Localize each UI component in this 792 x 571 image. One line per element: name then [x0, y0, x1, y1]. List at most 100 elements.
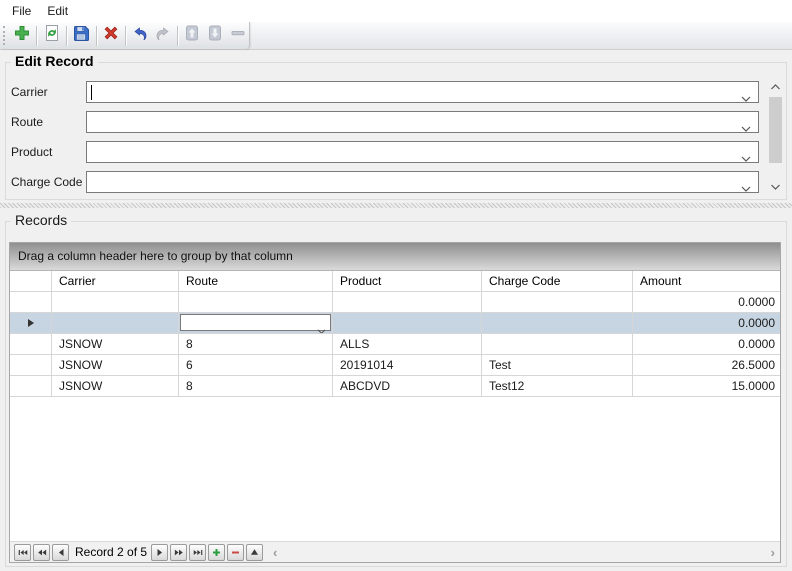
cell-product[interactable]: 20191014 [333, 355, 482, 375]
move-previous-page-button[interactable] [33, 543, 50, 561]
cell-product[interactable]: ABCDVD [333, 376, 482, 396]
product-combobox[interactable] [86, 141, 759, 163]
move-up-button[interactable] [181, 24, 204, 48]
plus-icon [13, 24, 31, 47]
redo-button[interactable] [152, 24, 175, 48]
column-header-charge-code[interactable]: Charge Code [482, 271, 633, 291]
cell-amount[interactable]: 0.0000 [633, 334, 780, 354]
toolbar-separator [36, 25, 38, 46]
cell-route[interactable]: 6 [179, 355, 333, 375]
double-left-icon [37, 549, 46, 555]
cell-charge-code[interactable]: Test12 [482, 376, 633, 396]
toolbar [0, 22, 792, 50]
cell-route[interactable]: 8 [179, 376, 333, 396]
save-button[interactable] [70, 24, 93, 48]
plus-icon [213, 548, 221, 556]
cell-carrier[interactable]: JSNOW [52, 355, 179, 375]
cell-route[interactable] [179, 292, 333, 312]
chevron-down-icon[interactable] [741, 150, 751, 168]
menu-bar: File Edit [0, 0, 792, 22]
text-caret [91, 85, 92, 100]
move-previous-button[interactable] [52, 543, 69, 561]
column-header-product[interactable]: Product [333, 271, 482, 291]
chevron-down-icon[interactable] [317, 321, 326, 333]
charge-code-field-row: Charge Code [6, 171, 786, 193]
move-last-button[interactable] [189, 543, 207, 561]
cell-carrier[interactable] [52, 313, 179, 333]
minus-icon [229, 24, 247, 47]
scroll-down-icon[interactable] [767, 180, 784, 195]
route-cell-editor[interactable] [180, 314, 331, 333]
route-label: Route [11, 115, 44, 129]
record-navigator: Record 2 of 5 ‹ › [10, 541, 780, 562]
move-last-icon [193, 549, 202, 555]
edit-record-button[interactable] [246, 543, 264, 561]
cell-charge-code[interactable] [482, 334, 633, 354]
hscroll-right-icon[interactable]: › [771, 545, 775, 560]
toolbar-separator [177, 25, 179, 46]
cell-product[interactable] [333, 313, 482, 333]
row-indicator-cell [10, 292, 52, 312]
table-row: 0.0000 [10, 292, 780, 313]
cell-carrier[interactable] [52, 292, 179, 312]
add-button[interactable] [11, 24, 34, 48]
edit-panel-scrollbar[interactable] [767, 79, 784, 195]
up-icon [183, 24, 201, 47]
cell-amount[interactable]: 0.0000 [633, 292, 780, 312]
carrier-field-row: Carrier [6, 81, 786, 103]
route-combobox[interactable] [86, 111, 759, 133]
add-record-button[interactable] [208, 543, 226, 561]
toolbar-grip[interactable] [3, 26, 8, 45]
delete-button[interactable] [99, 24, 122, 48]
cell-product[interactable] [333, 292, 482, 312]
undo-button[interactable] [129, 24, 152, 48]
header-indicator-cell [10, 271, 52, 291]
column-header-carrier[interactable]: Carrier [52, 271, 179, 291]
menu-edit[interactable]: Edit [39, 1, 76, 21]
table-row: JSNOW 8 ABCDVD Test12 15.0000 [10, 376, 780, 397]
record-position-label: Record 2 of 5 [75, 545, 148, 559]
remove-button[interactable] [226, 24, 249, 48]
move-next-button[interactable] [151, 543, 169, 561]
cell-amount[interactable]: 26.5000 [633, 355, 780, 375]
horizontal-splitter[interactable] [0, 203, 792, 208]
refresh-icon [43, 24, 61, 47]
move-next-page-button[interactable] [170, 543, 188, 561]
delete-x-icon [102, 24, 120, 47]
cell-route [179, 313, 333, 333]
refresh-button[interactable] [40, 24, 63, 48]
table-row-selected: 0.0000 [10, 313, 780, 334]
cell-product[interactable]: ALLS [333, 334, 482, 354]
grid-header-row: Carrier Route Product Charge Code Amount [10, 271, 780, 292]
chevron-down-icon[interactable] [741, 180, 751, 198]
table-row: JSNOW 6 20191014 Test 26.5000 [10, 355, 780, 376]
row-indicator-cell [10, 355, 52, 375]
chevron-down-icon[interactable] [741, 120, 751, 138]
column-header-amount[interactable]: Amount [633, 271, 780, 291]
move-first-button[interactable] [14, 543, 31, 561]
cell-carrier[interactable]: JSNOW [52, 334, 179, 354]
app-window: File Edit Edit Record Carrier Route Prod… [0, 0, 792, 571]
cell-charge-code[interactable] [482, 313, 633, 333]
cell-route[interactable]: 8 [179, 334, 333, 354]
scrollbar-thumb[interactable] [769, 97, 782, 163]
group-by-panel: Drag a column header here to group by th… [10, 243, 780, 271]
chevron-down-icon[interactable] [741, 90, 751, 108]
charge-code-combobox[interactable] [86, 171, 759, 193]
move-down-button[interactable] [204, 24, 227, 48]
cell-charge-code[interactable]: Test [482, 355, 633, 375]
scroll-up-icon[interactable] [767, 79, 784, 94]
row-indicator-cell [10, 334, 52, 354]
menu-file[interactable]: File [4, 1, 39, 21]
cell-amount[interactable]: 15.0000 [633, 376, 780, 396]
hscroll-left-icon[interactable]: ‹ [273, 545, 277, 560]
carrier-combobox[interactable] [86, 81, 759, 103]
column-header-route[interactable]: Route [179, 271, 333, 291]
delete-record-button[interactable] [227, 543, 245, 561]
cell-carrier[interactable]: JSNOW [52, 376, 179, 396]
double-right-icon [174, 549, 183, 555]
cell-amount[interactable]: 0.0000 [633, 313, 780, 333]
product-field-row: Product [6, 141, 786, 163]
route-field-row: Route [6, 111, 786, 133]
cell-charge-code[interactable] [482, 292, 633, 312]
